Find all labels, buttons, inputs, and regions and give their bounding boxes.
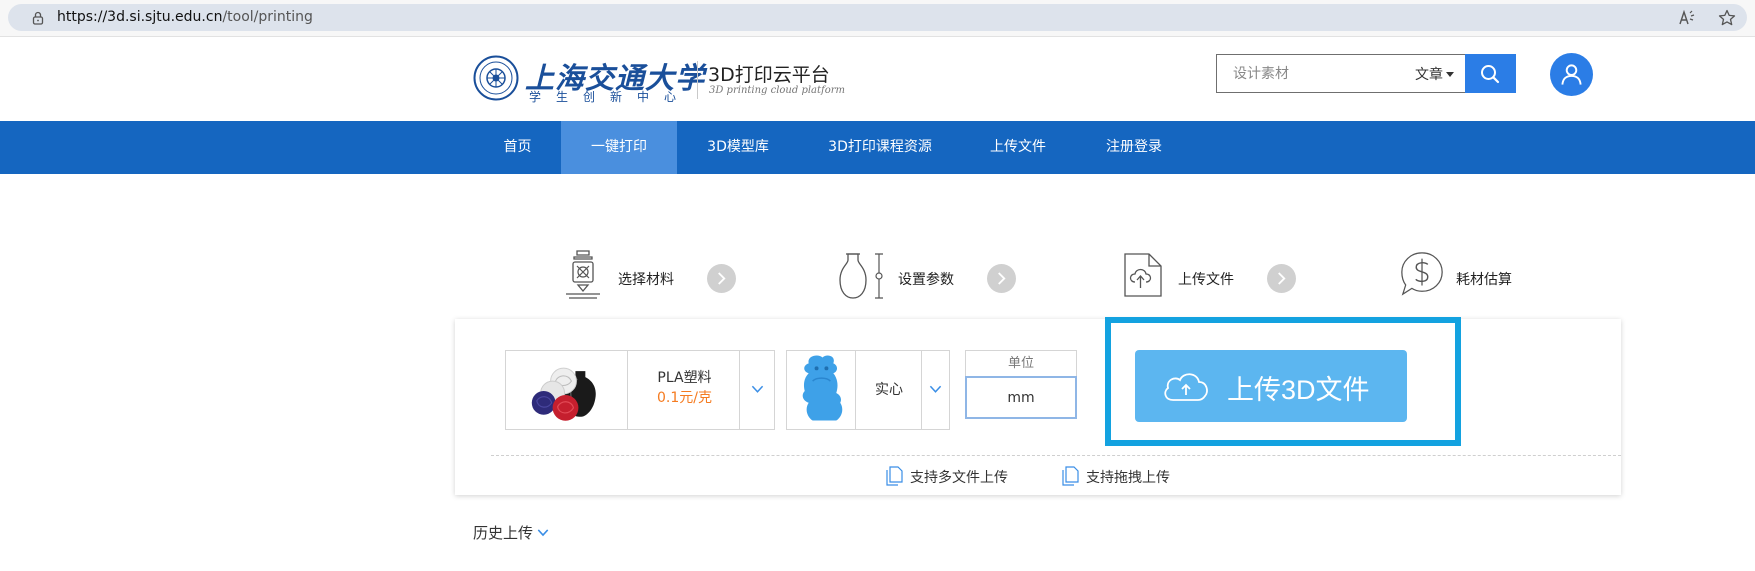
upload-panel: PLA塑料 0.1元/克 实心 单位 上传3D文件 bbox=[455, 317, 1621, 495]
feature-label: 支持多文件上传 bbox=[910, 470, 1008, 486]
search-type-dropdown[interactable]: 文章 bbox=[1415, 64, 1454, 84]
chevron-down-icon bbox=[751, 385, 764, 393]
unit-label: 单位 bbox=[965, 350, 1077, 376]
vase-dimension-icon bbox=[839, 253, 883, 299]
logo-divider bbox=[697, 61, 698, 99]
step-arrow-3 bbox=[1267, 264, 1296, 293]
feature-label: 支持拖拽上传 bbox=[1086, 470, 1170, 486]
chevron-down-icon bbox=[537, 529, 549, 537]
site-header: 上海交通大学 学生创新中心 3D打印云平台 3D printing cloud … bbox=[0, 37, 1755, 121]
platform-title: 3D打印云平台 bbox=[708, 64, 830, 86]
browser-toolbar: https://3d.si.sjtu.edu.cn/tool/printing bbox=[0, 0, 1755, 37]
fill-dropdown-toggle[interactable] bbox=[921, 351, 949, 429]
dollar-chat-icon bbox=[1401, 252, 1443, 296]
step-label-select-material: 选择材料 bbox=[618, 272, 674, 288]
cloud-upload-icon bbox=[1164, 373, 1208, 401]
step-label-upload-file: 上传文件 bbox=[1178, 272, 1234, 288]
step-material-estimate: 耗材估算 bbox=[1398, 250, 1528, 308]
solid-fill-image bbox=[787, 351, 856, 429]
chevron-right-icon bbox=[718, 272, 726, 285]
nav-item-model-library[interactable]: 3D模型库 bbox=[695, 121, 781, 174]
unit-input[interactable] bbox=[965, 376, 1077, 419]
printer-nozzle-icon bbox=[566, 250, 600, 299]
search-type-label: 文章 bbox=[1415, 67, 1443, 83]
url-path: /tool/printing bbox=[222, 9, 313, 25]
step-select-material: 选择材料 bbox=[563, 250, 693, 308]
material-sample-image bbox=[506, 351, 628, 429]
card-divider bbox=[491, 455, 1621, 456]
lock-icon[interactable] bbox=[30, 10, 46, 26]
fill-type-label: 实心 bbox=[875, 382, 903, 398]
material-dropdown-toggle[interactable] bbox=[739, 351, 774, 429]
nav-item-course-resources[interactable]: 3D打印课程资源 bbox=[820, 121, 940, 174]
upload-button-label: 上传3D文件 bbox=[1227, 375, 1370, 405]
favorite-star-icon[interactable] bbox=[1718, 9, 1736, 27]
logo-center-name: 学生创新中心 bbox=[529, 90, 692, 104]
step-upload-file: 上传文件 bbox=[1123, 250, 1253, 308]
material-price: 0.1元/克 bbox=[657, 390, 712, 406]
upload-3d-file-button[interactable]: 上传3D文件 bbox=[1135, 350, 1407, 422]
unit-group: 单位 bbox=[965, 350, 1077, 422]
search-button[interactable] bbox=[1465, 54, 1516, 93]
url-host: https://3d.si.sjtu.edu.cn bbox=[57, 9, 223, 25]
nav-item-one-click-print[interactable]: 一键打印 bbox=[561, 121, 677, 174]
site-logo[interactable]: 上海交通大学 学生创新中心 3D打印云平台 3D printing cloud … bbox=[473, 55, 873, 105]
history-upload-toggle[interactable]: 历史上传 bbox=[473, 522, 549, 543]
platform-subtitle: 3D printing cloud platform bbox=[709, 85, 846, 96]
nav-item-upload-file[interactable]: 上传文件 bbox=[980, 121, 1056, 174]
step-label-material-estimate: 耗材估算 bbox=[1456, 272, 1512, 288]
material-select[interactable]: PLA塑料 0.1元/克 bbox=[505, 350, 775, 430]
upload-highlight-frame: 上传3D文件 bbox=[1105, 317, 1461, 446]
chevron-right-icon bbox=[998, 272, 1006, 285]
nav-item-register-login[interactable]: 注册登录 bbox=[1095, 121, 1173, 174]
fill-type-select[interactable]: 实心 bbox=[786, 350, 950, 430]
step-set-parameters: 设置参数 bbox=[838, 250, 968, 308]
caret-down-icon bbox=[1446, 72, 1454, 77]
material-name: PLA塑料 bbox=[657, 370, 712, 386]
university-seal-icon bbox=[473, 55, 519, 101]
search-icon bbox=[1481, 65, 1500, 84]
main-navigation: 首页 一键打印 3D模型库 3D打印课程资源 上传文件 注册登录 bbox=[0, 121, 1755, 174]
user-icon bbox=[1561, 64, 1582, 85]
read-aloud-icon[interactable] bbox=[1678, 9, 1698, 27]
chevron-right-icon bbox=[1278, 272, 1286, 285]
files-icon bbox=[886, 466, 903, 486]
files-icon bbox=[1062, 466, 1079, 486]
step-label-set-parameters: 设置参数 bbox=[898, 272, 954, 288]
url-text[interactable]: https://3d.si.sjtu.edu.cn/tool/printing bbox=[57, 9, 313, 26]
upload-document-icon bbox=[1124, 253, 1162, 297]
nav-item-home[interactable]: 首页 bbox=[490, 121, 545, 174]
chevron-down-icon bbox=[929, 385, 942, 393]
user-avatar-button[interactable] bbox=[1550, 53, 1593, 96]
step-arrow-2 bbox=[987, 264, 1016, 293]
history-label: 历史上传 bbox=[473, 524, 534, 542]
step-arrow-1 bbox=[707, 264, 736, 293]
address-bar[interactable]: https://3d.si.sjtu.edu.cn/tool/printing bbox=[8, 4, 1747, 31]
